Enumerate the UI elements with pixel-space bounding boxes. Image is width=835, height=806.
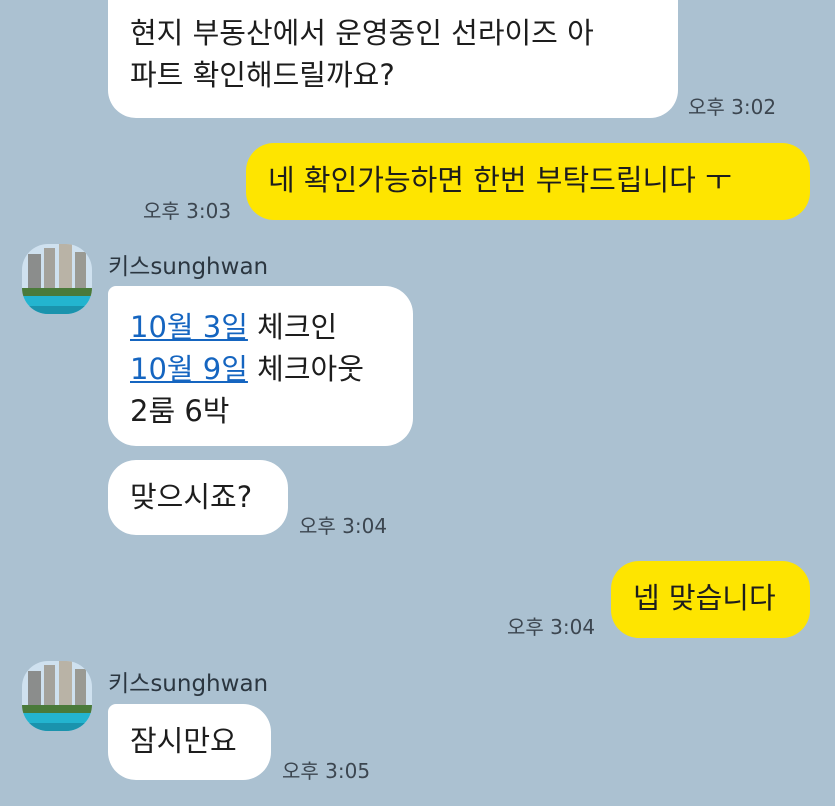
sender-name: 키스sunghwan — [108, 254, 269, 280]
message-text-line: 2룸 6박 — [130, 394, 230, 428]
message-text-line: 10월 9일 체크아웃 — [130, 348, 391, 390]
message-text: 넵 맞습니다 — [633, 581, 776, 615]
message-bubble-outgoing[interactable]: 네 확인가능하면 한번 부탁드립니다 ㅜ — [246, 143, 810, 220]
message-timestamp: 오후 3:05 — [282, 759, 371, 783]
message-text: 맞으시죠? — [130, 480, 253, 514]
date-link[interactable]: 10월 3일 — [130, 310, 248, 344]
message-timestamp: 오후 3:03 — [143, 199, 232, 223]
date-link[interactable]: 10월 9일 — [130, 352, 248, 386]
avatar-icon — [22, 661, 92, 731]
message-bubble-incoming[interactable]: 10월 3일 체크인 10월 9일 체크아웃 2룸 6박 — [108, 286, 413, 446]
message-bubble-outgoing[interactable]: 넵 맞습니다 — [611, 561, 810, 638]
avatar-icon — [22, 244, 92, 314]
message-bubble-incoming[interactable]: 맞으시죠? — [108, 460, 288, 535]
message-text: 체크인 — [247, 310, 338, 344]
message-bubble-incoming[interactable]: 잠시만요 — [108, 704, 271, 780]
message-timestamp: 오후 3:02 — [688, 95, 777, 119]
message-text: 체크아웃 — [247, 352, 364, 386]
message-bubble-incoming[interactable]: 현지 부동산에서 운영중인 선라이즈 아 파트 확인해드릴까요? — [108, 0, 678, 118]
avatar[interactable] — [22, 661, 92, 731]
message-timestamp: 오후 3:04 — [299, 514, 388, 538]
message-text: 잠시만요 — [130, 724, 237, 758]
message-timestamp: 오후 3:04 — [507, 615, 596, 639]
message-text-line: 파트 확인해드릴까요? — [130, 58, 395, 92]
avatar[interactable] — [22, 244, 92, 314]
message-text-line: 현지 부동산에서 운영중인 선라이즈 아 — [130, 16, 594, 50]
message-text: 네 확인가능하면 한번 부탁드립니다 ㅜ — [268, 163, 732, 197]
sender-name: 키스sunghwan — [108, 671, 269, 697]
message-text-line: 10월 3일 체크인 — [130, 306, 391, 348]
